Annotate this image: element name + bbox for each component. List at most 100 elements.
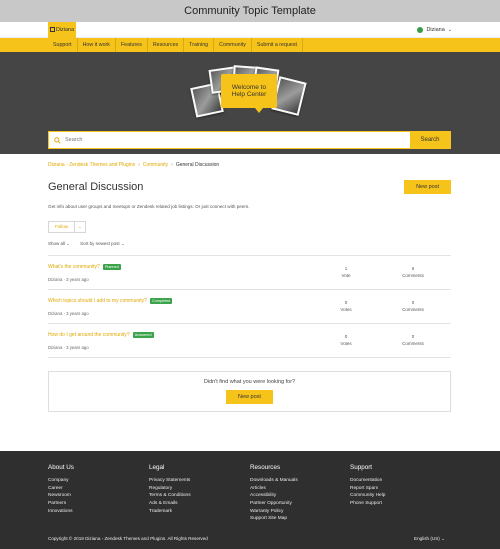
nav-item-support[interactable]: Support (48, 38, 78, 52)
footer-link[interactable]: Phone Support (350, 500, 385, 508)
search-bar: Search (48, 131, 451, 149)
main-nav: Support How it work Features Resources T… (0, 38, 500, 52)
footer-link[interactable]: Innovations (48, 508, 74, 516)
search-input[interactable] (65, 132, 410, 148)
vote-count-value: 1 (344, 266, 348, 271)
user-name: Diziana (426, 26, 445, 33)
chevron-down-icon: ⌄ (447, 26, 452, 33)
site-footer: About Us Company Career Newsroom Partner… (0, 451, 500, 549)
user-menu[interactable]: Diziana ⌄ (417, 26, 452, 33)
post-author: Diziana (48, 311, 63, 316)
footer-column-legal: Legal Privacy Statements Regulatory Term… (149, 464, 191, 515)
footer-link[interactable]: Accessibility (250, 492, 298, 500)
post-meta: Diziana · 3 years ago (48, 311, 89, 316)
post-age: 3 years ago (66, 277, 89, 282)
footer-link[interactable]: Downloads & Manuals (250, 477, 298, 485)
not-found-text: Didn't find what you were looking for? (203, 379, 296, 385)
search-icon (49, 136, 65, 144)
nav-item-features[interactable]: Features (116, 38, 148, 52)
breadcrumb-separator-icon: › (138, 162, 140, 168)
vote-count-label: Votes (340, 307, 352, 313)
brand-logo-text: Diziana (55, 26, 75, 33)
post-filters: Show all ⌄ Sort by newest post ⌄ (48, 241, 451, 247)
list-item: How do I get around the community? Answe… (48, 324, 451, 358)
welcome-line-1: Welcome to (231, 83, 267, 91)
footer-link[interactable]: Warranty Policy (250, 508, 298, 516)
chevron-down-icon: ⌄ (120, 241, 125, 246)
logo-mark-icon (49, 27, 55, 32)
nav-item-how-it-work[interactable]: How it work (78, 38, 116, 52)
brand-logo[interactable]: Diziana (48, 21, 76, 38)
topic-description: Get info about user groups and meetups o… (48, 204, 250, 209)
sort-filter-label: Sort by newest post (80, 241, 120, 246)
footer-link[interactable]: Career (48, 485, 74, 493)
footer-link[interactable]: Privacy Statements (149, 477, 191, 485)
footer-copyright: Copyright © 2019 Diziana - Zendesk Theme… (48, 536, 208, 541)
comment-count-value: 0 (411, 334, 415, 339)
comment-count-label: Comments (402, 307, 424, 313)
footer-column-support: Support Documentation Report Spam Commun… (350, 464, 385, 508)
footer-heading: Resources (250, 464, 281, 471)
footer-link[interactable]: Terms & Conditions (149, 492, 191, 500)
new-post-bottom-button[interactable]: New post (226, 390, 273, 404)
follow-dropdown-chevron-icon[interactable]: ⌄ (75, 221, 86, 233)
comment-count: 0 Comments (393, 333, 433, 347)
language-label: English (US) (414, 536, 440, 541)
vote-count: 1 Vote (326, 265, 366, 279)
chevron-down-icon: ⌄ (66, 241, 71, 246)
footer-link[interactable]: Ads & Emails (149, 500, 191, 508)
sort-filter-dropdown[interactable]: Sort by newest post ⌄ (80, 241, 125, 247)
language-selector[interactable]: English (US) ⌄ (414, 536, 445, 542)
show-filter-dropdown[interactable]: Show all ⌄ (48, 241, 70, 247)
avatar (417, 26, 424, 33)
footer-link[interactable]: Partner Opportunity (250, 500, 298, 508)
comment-count-label: Comments (402, 341, 424, 347)
breadcrumb: Diziana - Zendesk Themes and Plugins › C… (48, 162, 451, 168)
footer-link[interactable]: Community Help (350, 492, 385, 500)
comment-count: 0 Comments (393, 299, 433, 313)
post-meta: Diziana · 3 years ago (48, 277, 89, 282)
chevron-down-icon: ⌄ (441, 536, 445, 541)
nav-item-submit-request[interactable]: Submit a request (252, 38, 303, 52)
list-item: What's the community? Planned Diziana · … (48, 256, 451, 290)
new-post-button[interactable]: New post (404, 180, 451, 194)
post-meta: Diziana · 3 years ago (48, 345, 89, 350)
footer-link[interactable]: Support Site Map (250, 515, 298, 523)
post-title-link[interactable]: How do I get around the community? (48, 332, 130, 338)
breadcrumb-item-current: General Discussion (175, 162, 220, 168)
nav-item-community[interactable]: Community (214, 38, 252, 52)
footer-link[interactable]: Articles (250, 485, 298, 493)
post-age: 3 years ago (66, 311, 89, 316)
topic-header: General Discussion New post (48, 180, 451, 194)
footer-heading: About Us (48, 464, 74, 471)
post-title-link[interactable]: Which topics should I add to my communit… (48, 298, 147, 304)
footer-column-resources: Resources Downloads & Manuals Articles A… (250, 464, 298, 523)
post-author: Diziana (48, 277, 63, 282)
search-button[interactable]: Search (410, 132, 450, 148)
vote-count-label: Votes (340, 341, 352, 347)
follow-control: Follow ⌄ (48, 221, 451, 233)
footer-link[interactable]: Regulatory (149, 485, 191, 493)
follow-button[interactable]: Follow (48, 221, 76, 233)
footer-link[interactable]: Report Spam (350, 485, 385, 493)
welcome-bubble: Welcome to Help Center (221, 74, 277, 113)
post-age: 3 years ago (66, 345, 89, 350)
breadcrumb-item-community[interactable]: Community (143, 162, 168, 168)
vote-count-value: 0 (344, 300, 348, 305)
nav-item-resources[interactable]: Resources (148, 38, 185, 52)
footer-heading: Support (350, 464, 373, 471)
vote-count-label: Vote (341, 273, 351, 279)
post-title-link[interactable]: What's the community? (48, 264, 100, 270)
comment-count-value: 6 (411, 266, 415, 271)
footer-link[interactable]: Trademark (149, 508, 191, 516)
welcome-line-2: Help Center (231, 91, 267, 98)
footer-link[interactable]: Documentation (350, 477, 385, 485)
footer-link[interactable]: Company (48, 477, 74, 485)
footer-link[interactable]: Partners (48, 500, 74, 508)
nav-item-training[interactable]: Training (184, 38, 215, 52)
comment-count: 6 Comments (393, 265, 433, 279)
footer-heading: Legal (149, 464, 165, 471)
breadcrumb-item-home[interactable]: Diziana - Zendesk Themes and Plugins (48, 162, 135, 168)
footer-link[interactable]: Newsroom (48, 492, 74, 500)
vote-count-value: 0 (344, 334, 348, 339)
